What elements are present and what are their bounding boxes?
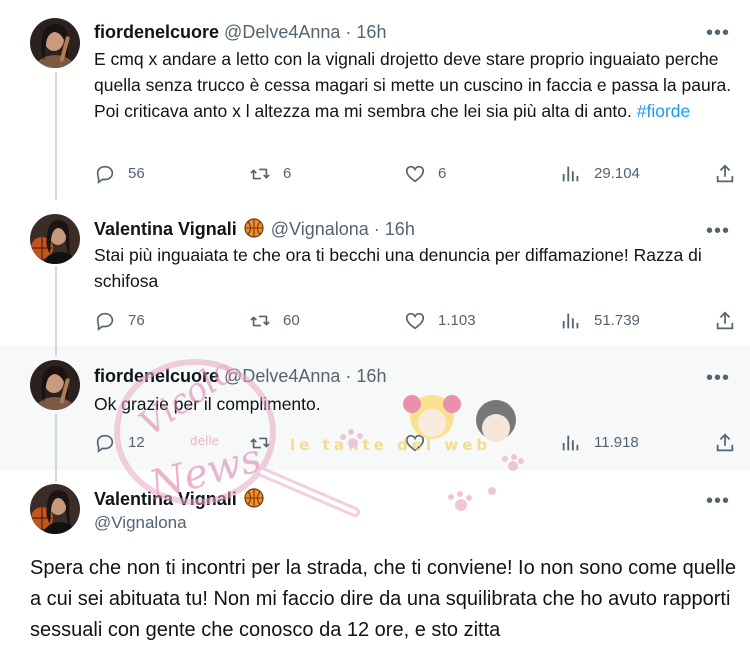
tweet-vignali-focused[interactable]: Valentina Vignali @Vignalona ••• Spera c… xyxy=(0,470,750,651)
like-count: 1.103 xyxy=(438,312,476,329)
reply-icon xyxy=(96,434,114,453)
more-options-icon[interactable]: ••• xyxy=(706,368,730,388)
reply-button[interactable]: 56 xyxy=(94,163,145,185)
heart-icon xyxy=(405,312,425,330)
retweet-icon xyxy=(250,315,270,327)
reply-count: 56 xyxy=(128,165,145,182)
tweet-actions: 76 60 1.103 51.739 xyxy=(94,310,744,334)
avatar[interactable] xyxy=(30,484,80,534)
more-options-icon[interactable]: ••• xyxy=(706,491,730,511)
reply-count: 12 xyxy=(128,434,145,451)
views-button[interactable]: 51.739 xyxy=(560,310,640,332)
display-name[interactable]: Valentina Vignali xyxy=(94,219,237,239)
retweet-count: 60 xyxy=(283,312,300,329)
reply-count: 76 xyxy=(128,312,145,329)
share-icon xyxy=(716,433,734,452)
like-button[interactable] xyxy=(404,432,438,454)
tweet-vignali-reply[interactable]: Valentina Vignali @Vignalona · 16h ••• S… xyxy=(0,200,750,346)
separator-dot: · xyxy=(345,22,352,42)
reply-icon xyxy=(96,312,114,331)
share-icon xyxy=(716,311,734,330)
retweet-button[interactable]: 60 xyxy=(249,310,300,332)
heart-icon xyxy=(405,165,425,183)
avatar[interactable] xyxy=(30,18,80,68)
analytics-icon xyxy=(562,435,579,451)
timestamp[interactable]: 16h xyxy=(356,366,386,386)
more-options-icon[interactable]: ••• xyxy=(706,23,730,43)
tweet-text: Stai più inguaiata te che ora ti becchi … xyxy=(94,245,702,291)
tweet-text-content: E cmq x andare a letto con la vignali dr… xyxy=(94,49,732,121)
heart-icon xyxy=(405,434,425,452)
views-button[interactable]: 29.104 xyxy=(560,163,640,185)
thread-line xyxy=(55,470,57,482)
thread-line xyxy=(55,72,57,200)
basketball-icon xyxy=(244,218,264,238)
avatar[interactable] xyxy=(30,360,80,410)
handle[interactable]: @Delve4Anna xyxy=(224,366,340,386)
tweet-actions: 12 11.918 xyxy=(94,432,744,456)
tweet-text: Ok grazie per il complimento. xyxy=(94,394,321,414)
tweet-text: E cmq x andare a letto con la vignali dr… xyxy=(94,46,734,124)
tweet-actions: 56 6 6 29.104 xyxy=(94,163,744,187)
tweet-header: Valentina Vignali @Vignalona · 16h xyxy=(94,218,415,240)
share-button[interactable] xyxy=(714,310,748,332)
avatar[interactable] xyxy=(30,214,80,264)
reply-button[interactable]: 12 xyxy=(94,432,145,454)
display-name[interactable]: Valentina Vignali xyxy=(94,489,237,509)
tweet-header: fiordenelcuore @Delve4Anna · 16h xyxy=(94,365,386,387)
separator-dot: · xyxy=(345,366,352,386)
share-button[interactable] xyxy=(714,432,748,454)
tweet-text: Spera che non ti incontri per la strada,… xyxy=(30,557,736,641)
view-count: 11.918 xyxy=(594,434,639,451)
tweet-fiordenelcuore-2[interactable]: fiordenelcuore @Delve4Anna · 16h ••• Ok … xyxy=(0,346,750,470)
retweet-button[interactable]: 6 xyxy=(249,163,291,185)
handle[interactable]: @Delve4Anna xyxy=(224,22,340,42)
hashtag-link[interactable]: #fiorde xyxy=(637,101,691,121)
thread-line xyxy=(55,346,57,356)
display-name[interactable]: fiordenelcuore xyxy=(94,366,219,386)
thread-line xyxy=(55,414,57,470)
like-count: 6 xyxy=(438,165,447,182)
reply-button[interactable]: 76 xyxy=(94,310,145,332)
views-button[interactable]: 11.918 xyxy=(560,432,639,454)
like-button[interactable]: 6 xyxy=(404,163,446,185)
share-button[interactable] xyxy=(714,163,748,185)
more-options-icon[interactable]: ••• xyxy=(706,221,730,241)
tweet-header: Valentina Vignali @Vignalona xyxy=(94,487,266,535)
like-button[interactable]: 1.103 xyxy=(404,310,476,332)
timestamp[interactable]: 16h xyxy=(385,219,415,239)
tweet-fiordenelcuore-1[interactable]: fiordenelcuore @Delve4Anna · 16h ••• E c… xyxy=(0,0,750,200)
analytics-icon xyxy=(562,313,579,329)
retweet-button[interactable] xyxy=(249,432,283,454)
tweet-header: fiordenelcuore @Delve4Anna · 16h xyxy=(94,21,386,43)
timestamp[interactable]: 16h xyxy=(356,22,386,42)
view-count: 29.104 xyxy=(594,165,640,182)
basketball-icon xyxy=(244,488,264,508)
retweet-count: 6 xyxy=(283,165,292,182)
analytics-icon xyxy=(562,166,579,182)
display-name[interactable]: fiordenelcuore xyxy=(94,22,219,42)
view-count: 51.739 xyxy=(594,312,640,329)
share-icon xyxy=(716,164,734,183)
reply-icon xyxy=(96,165,114,184)
handle[interactable]: @Vignalona xyxy=(271,219,369,239)
thread-line xyxy=(55,266,57,346)
retweet-icon xyxy=(250,437,270,449)
retweet-icon xyxy=(250,168,270,180)
handle[interactable]: @Vignalona xyxy=(94,511,266,535)
separator-dot: · xyxy=(373,219,380,239)
